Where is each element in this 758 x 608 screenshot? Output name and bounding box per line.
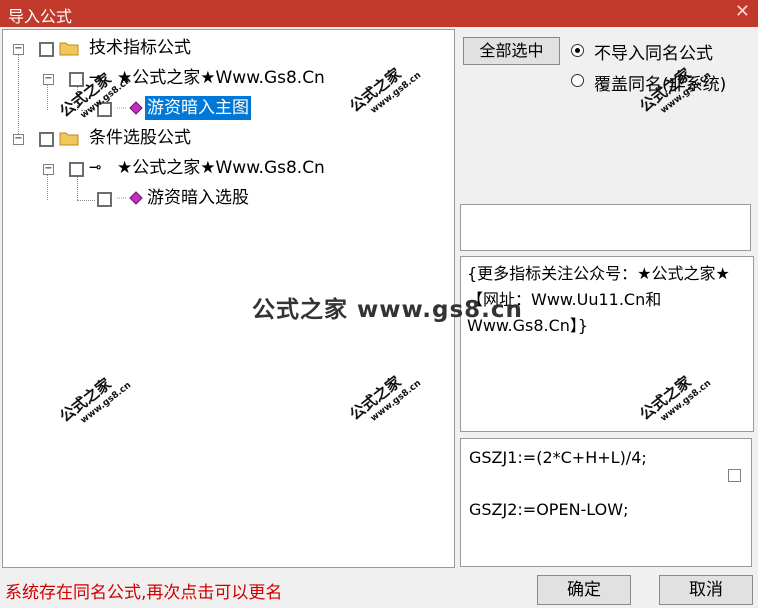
radio-no-import[interactable] xyxy=(571,44,584,57)
node-label: ★公式之家★Www.Gs8.Cn xyxy=(117,68,325,88)
gem-icon xyxy=(117,191,143,205)
code-line: GSZJ1:=(2*C+H+L)/4; xyxy=(469,448,647,467)
tree-node-main-chart-formula[interactable]: 游资暗入主图 xyxy=(3,96,443,120)
collapse-icon[interactable]: − xyxy=(13,134,24,145)
code-checkbox[interactable] xyxy=(728,469,741,482)
cancel-button[interactable]: 取消 xyxy=(659,575,753,605)
empty-panel xyxy=(460,204,751,251)
code-panel[interactable]: GSZJ1:=(2*C+H+L)/4; GSZJ2:=OPEN-LOW; xyxy=(460,438,752,567)
tree-node-stock-screening[interactable]: − 条件选股公式 xyxy=(3,126,443,150)
folder-icon xyxy=(59,132,79,146)
collapse-icon[interactable]: − xyxy=(13,44,24,55)
node-label: 游资暗入选股 xyxy=(147,188,249,208)
tree-node-gs8-group-2[interactable]: − ⊸ ★公式之家★Www.Gs8.Cn xyxy=(3,156,443,180)
node-checkbox[interactable] xyxy=(39,42,54,57)
node-checkbox[interactable] xyxy=(69,162,84,177)
node-checkbox[interactable] xyxy=(39,132,54,147)
radio-overwrite-label[interactable]: 覆盖同名(非系统) xyxy=(594,70,726,95)
node-label: 游资暗入主图 xyxy=(145,96,251,120)
node-label: 技术指标公式 xyxy=(89,38,191,58)
collapse-icon[interactable]: − xyxy=(43,74,54,85)
node-checkbox[interactable] xyxy=(97,102,112,117)
code-line: GSZJ2:=OPEN-LOW; xyxy=(469,500,629,519)
folder-icon xyxy=(59,42,79,56)
title-bar: 导入公式 ✕ xyxy=(0,0,758,27)
node-checkbox[interactable] xyxy=(69,72,84,87)
collapse-icon[interactable]: − xyxy=(43,164,54,175)
ok-button[interactable]: 确定 xyxy=(537,575,631,605)
tree-node-tech-indicators[interactable]: − 技术指标公式 xyxy=(3,36,443,60)
status-message: 系统存在同名公式,再次点击可以更名 xyxy=(5,583,283,603)
radio-no-import-label[interactable]: 不导入同名公式 xyxy=(594,39,713,64)
node-checkbox[interactable] xyxy=(97,192,112,207)
node-label: ★公式之家★Www.Gs8.Cn xyxy=(117,158,325,178)
description-panel: {更多指标关注公众号：★公式之家★ 【网址：Www.Uu11.Cn和Www.Gs… xyxy=(460,256,754,432)
tree-node-gs8-group[interactable]: − ⊸ ★公式之家★Www.Gs8.Cn xyxy=(3,66,443,90)
gem-icon xyxy=(117,101,143,115)
formula-tree[interactable]: − 技术指标公式 − ⊸ ★公式之家★Www.Gs8.Cn 游资暗入主图 − 条… xyxy=(2,29,455,568)
select-all-button[interactable]: 全部选中 xyxy=(463,37,560,65)
window-title: 导入公式 xyxy=(8,7,73,26)
tree-node-screening-formula[interactable]: 游资暗入选股 xyxy=(3,186,443,210)
description-text: {更多指标关注公众号：★公式之家★ 【网址：Www.Uu11.Cn和Www.Gs… xyxy=(467,264,730,335)
node-label: 条件选股公式 xyxy=(89,128,191,148)
radio-overwrite[interactable] xyxy=(571,74,584,87)
key-icon: ⊸ xyxy=(89,68,102,86)
key-icon: ⊸ xyxy=(89,158,102,176)
close-icon[interactable]: ✕ xyxy=(735,1,750,22)
